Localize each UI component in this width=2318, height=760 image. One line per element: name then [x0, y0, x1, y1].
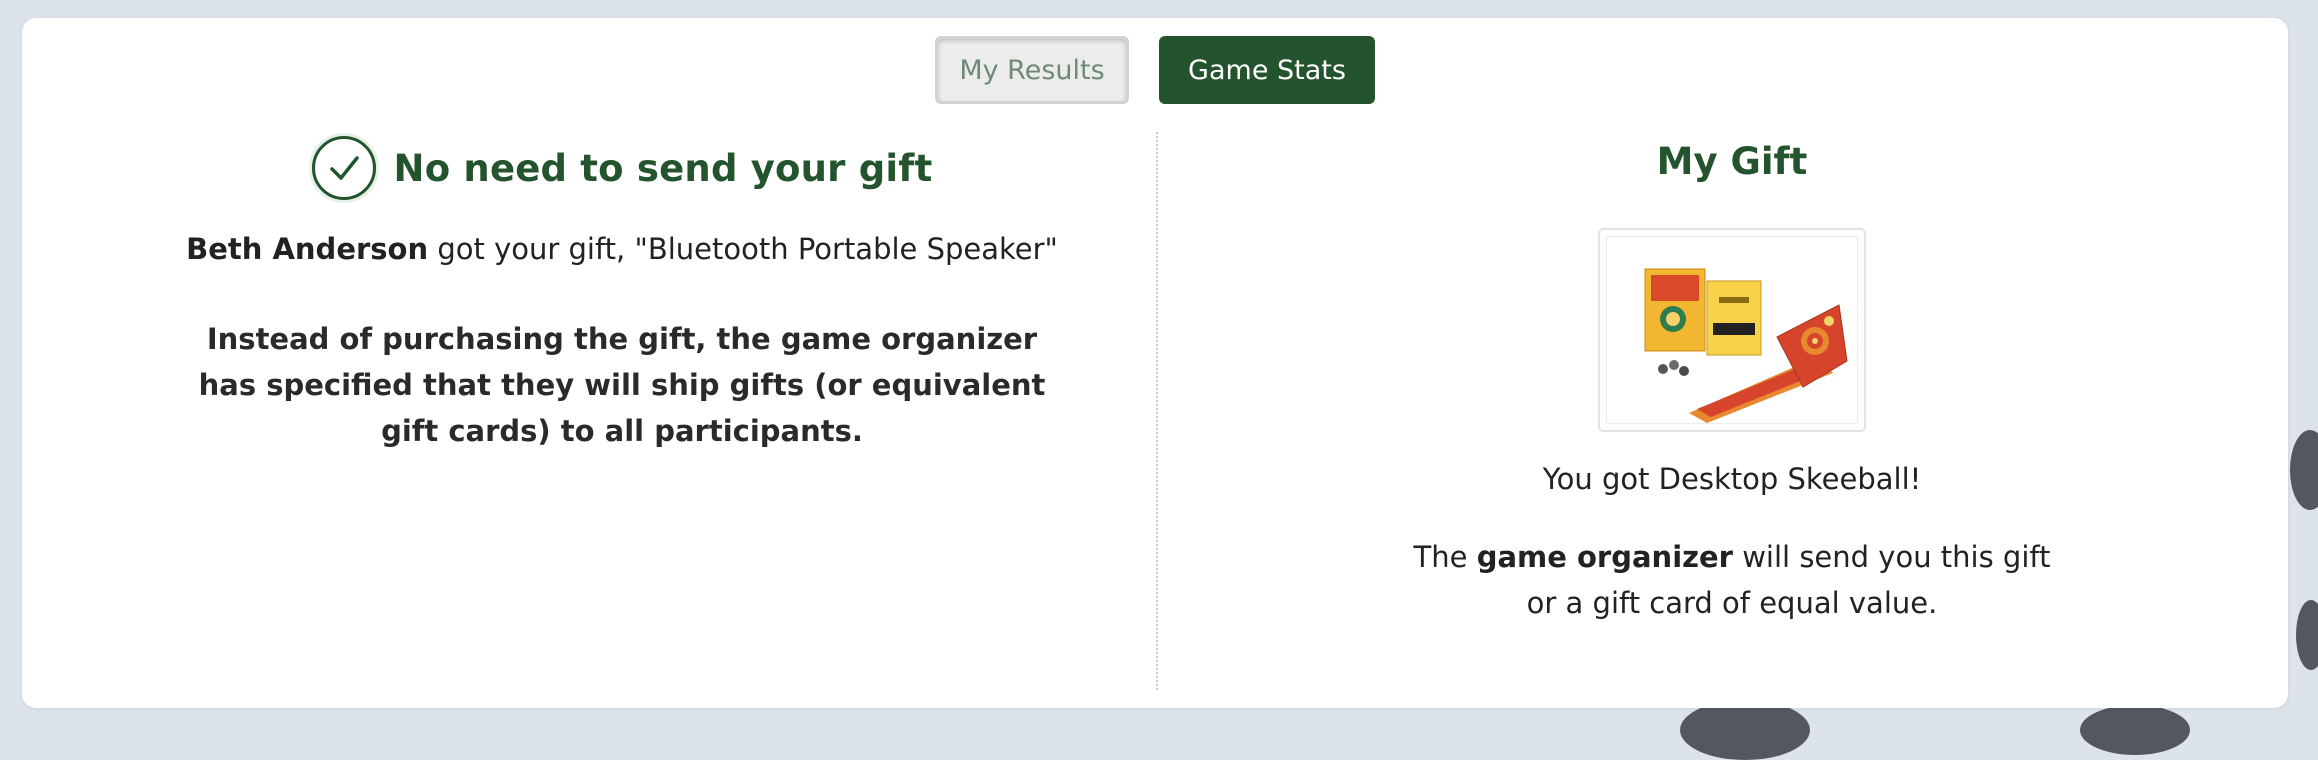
status-title: No need to send your gift: [393, 146, 933, 190]
gift-won-text: You got Desktop Skeeball!: [1542, 462, 1922, 496]
tab-game-stats[interactable]: Game Stats: [1159, 36, 1375, 104]
desktop-skeeball-product-image: [1606, 236, 1858, 424]
my-gift-title: My Gift: [1656, 140, 1808, 183]
my-results-column: No need to send your gift Beth Anderson …: [112, 130, 1132, 454]
gift-received-text: got your gift, "Bluetooth Portable Speak…: [428, 232, 1058, 266]
gift-received-line: Beth Anderson got your gift, "Bluetooth …: [112, 232, 1132, 266]
gift-image-frame: [1598, 228, 1866, 432]
tab-my-results[interactable]: My Results: [935, 36, 1129, 104]
column-divider: [1156, 132, 1158, 690]
background-shape: [2080, 705, 2190, 755]
check-circle-icon: [311, 136, 376, 200]
organizer-delivery-note: The game organizer will send you this gi…: [1412, 534, 2052, 626]
tab-bar: My Results Game Stats: [22, 36, 2288, 104]
note-prefix: The: [1413, 540, 1477, 574]
results-panel: My Results Game Stats No need to send yo…: [22, 18, 2288, 708]
recipient-name: Beth Anderson: [186, 232, 429, 266]
status-header: No need to send your gift: [112, 130, 1132, 206]
background-shape: [1680, 700, 1810, 760]
note-bold: game organizer: [1476, 540, 1733, 574]
organizer-shipping-notice: Instead of purchasing the gift, the game…: [198, 322, 1046, 448]
my-gift-column: My Gift You got Desktop Skeeball! The ga…: [1162, 130, 2302, 626]
